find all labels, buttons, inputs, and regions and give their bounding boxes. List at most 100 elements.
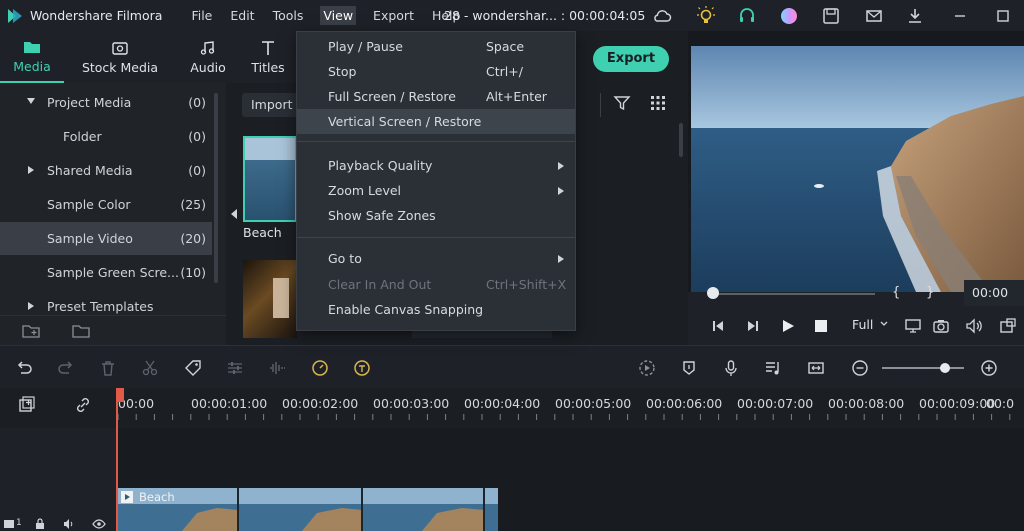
library-item-sample-green-screen[interactable]: Sample Green Scre... (10) (0, 256, 212, 289)
menu-item-vertical-screen[interactable]: Vertical Screen / Restore (297, 109, 575, 134)
menu-item-label: Stop (328, 64, 357, 79)
library-item-sample-video[interactable]: Sample Video (20) (0, 222, 212, 255)
scissors-icon[interactable] (141, 359, 159, 377)
caret-right-icon[interactable] (28, 166, 34, 174)
zoom-slider[interactable] (882, 367, 964, 369)
preview-panel: { } 00:00 Full (688, 31, 1024, 345)
export-button[interactable]: Export (593, 46, 669, 72)
timeline-tracks: 1 Beach (0, 428, 1024, 531)
media-thumb-2[interactable] (243, 260, 297, 338)
step-back-icon[interactable] (711, 319, 725, 333)
media-scrollbar[interactable] (679, 123, 683, 157)
library-item-shared-media[interactable]: Shared Media (0) (0, 154, 212, 187)
timeline-clip-beach[interactable]: Beach (117, 488, 498, 531)
lock-icon[interactable] (35, 518, 45, 530)
redo-icon[interactable] (57, 359, 75, 377)
zoom-in-icon[interactable] (980, 359, 998, 377)
menu-item-label: Clear In And Out (328, 277, 432, 292)
minimize-icon[interactable] (950, 6, 970, 26)
import-button[interactable]: Import (242, 93, 304, 117)
folder-icon[interactable] (72, 323, 90, 339)
step-forward-icon[interactable] (746, 319, 760, 333)
menu-export[interactable]: Export (372, 6, 415, 25)
menu-item-enable-canvas-snapping[interactable]: Enable Canvas Snapping (297, 297, 575, 322)
volume-icon[interactable] (965, 317, 983, 335)
folder-icon (24, 41, 40, 53)
quality-select[interactable]: Full (846, 315, 892, 335)
menu-item-play-pause[interactable]: Play / Pause Space (297, 34, 575, 59)
download-icon[interactable] (905, 6, 925, 26)
tab-media[interactable]: Media (0, 31, 64, 83)
headset-support-icon[interactable] (737, 6, 757, 26)
mark-in-button[interactable]: { (892, 285, 900, 300)
menu-item-clear-in-out[interactable]: Clear In And Out Ctrl+Shift+X (297, 272, 575, 297)
library-item-count: (10) (180, 265, 206, 280)
grid-view-icon[interactable] (649, 94, 667, 112)
lightbulb-icon[interactable] (696, 6, 716, 26)
save-icon[interactable] (821, 6, 841, 26)
link-icon[interactable] (74, 396, 92, 414)
menu-file[interactable]: File (190, 6, 213, 25)
zoom-slider-handle[interactable] (940, 363, 950, 373)
mail-icon[interactable] (864, 6, 884, 26)
maximize-icon[interactable] (993, 6, 1013, 26)
menu-edit[interactable]: Edit (229, 6, 255, 25)
menu-item-label: Play / Pause (328, 39, 403, 54)
menu-view[interactable]: View (320, 6, 357, 25)
audio-mixer-icon[interactable] (764, 359, 782, 377)
render-preview-icon[interactable] (638, 359, 656, 377)
library-item-project-media[interactable]: Project Media (0) (0, 86, 212, 119)
playhead[interactable] (116, 388, 118, 531)
timeline-ruler[interactable]: 00:00 00:00:01:00 00:00:02:00 00:00:03:00 00… (0, 388, 1024, 428)
speed-icon[interactable] (311, 359, 329, 377)
audio-waveform-icon[interactable] (268, 359, 286, 377)
stop-icon[interactable] (815, 320, 827, 332)
display-icon[interactable] (904, 317, 922, 335)
menu-item-go-to[interactable]: Go to (297, 246, 575, 271)
chevron-down-icon (880, 321, 888, 326)
library-item-sample-color[interactable]: Sample Color (25) (0, 188, 212, 221)
fit-timeline-icon[interactable] (807, 359, 825, 377)
add-track-icon[interactable] (18, 396, 36, 414)
microphone-icon[interactable] (722, 359, 740, 377)
fullscreen-icon[interactable] (999, 317, 1017, 335)
tag-icon[interactable] (184, 359, 202, 377)
cloud-icon[interactable] (652, 6, 672, 26)
tab-titles[interactable]: Titles (240, 31, 296, 83)
menu-item-playback-quality[interactable]: Playback Quality (297, 153, 575, 178)
caret-right-icon[interactable] (28, 302, 34, 310)
tab-stock-media[interactable]: Stock Media (64, 31, 176, 83)
menu-item-zoom-level[interactable]: Zoom Level (297, 178, 575, 203)
new-folder-icon[interactable] (22, 323, 40, 339)
mute-icon[interactable] (63, 518, 75, 530)
menu-item-full-screen[interactable]: Full Screen / Restore Alt+Enter (297, 84, 575, 109)
gradient-orb-icon[interactable] (779, 6, 799, 26)
eye-icon[interactable] (92, 518, 106, 530)
menu-item-show-safe-zones[interactable]: Show Safe Zones (297, 203, 575, 228)
library-item-count: (0) (188, 163, 206, 178)
media-thumb-beach[interactable] (243, 136, 297, 222)
menu-item-stop[interactable]: Stop Ctrl+/ (297, 59, 575, 84)
caret-down-icon[interactable] (27, 98, 35, 104)
filter-icon[interactable] (613, 94, 631, 112)
marker-shield-icon[interactable] (680, 359, 698, 377)
tab-audio[interactable]: Audio (176, 31, 240, 83)
menu-bar: File Edit Tools View Export Help (190, 6, 477, 25)
mark-out-button[interactable]: } (926, 285, 934, 300)
undo-icon[interactable] (15, 359, 33, 377)
library-scrollbar[interactable] (214, 93, 218, 283)
preview-timecode: 00:00 (972, 285, 1009, 300)
adjust-sliders-icon[interactable] (226, 359, 244, 377)
snapshot-camera-icon[interactable] (932, 317, 950, 335)
play-icon[interactable] (781, 319, 795, 333)
library-item-folder[interactable]: Folder (0) (0, 120, 212, 153)
collapse-panel-icon[interactable] (230, 209, 238, 219)
track-header: 1 (0, 428, 117, 531)
menu-tools[interactable]: Tools (272, 6, 305, 25)
text-to-speech-icon[interactable] (353, 359, 371, 377)
media-thumb-label: Beach (243, 225, 282, 240)
zoom-out-icon[interactable] (851, 359, 869, 377)
preview-progress-bar[interactable] (713, 293, 875, 295)
preview-progress-handle[interactable] (707, 287, 719, 299)
delete-icon[interactable] (99, 359, 117, 377)
